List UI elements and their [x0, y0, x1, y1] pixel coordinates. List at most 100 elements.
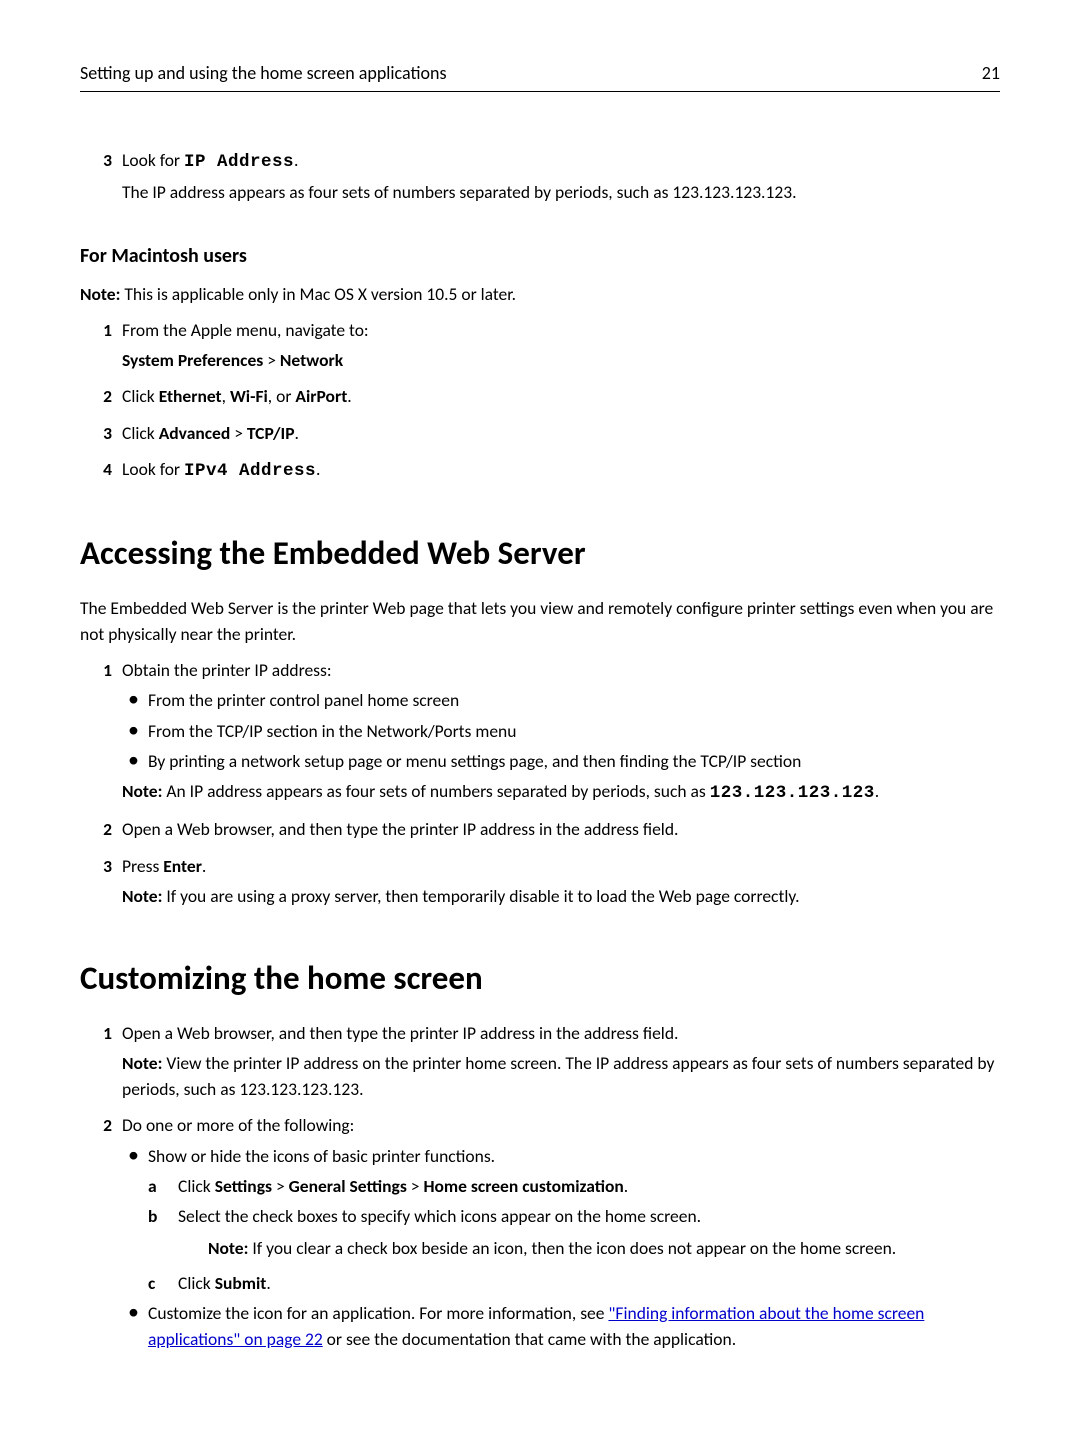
separator: > — [407, 1175, 424, 1197]
custom-step-1-note: Note: View the printer IP address on the… — [122, 1050, 1000, 1103]
step-body: Click Advanced > TCP/IP. — [122, 420, 1000, 446]
step-number: 3 — [88, 147, 122, 175]
note-label: Note: — [80, 283, 120, 305]
ews-step-1-note: Note: An IP address appears as four sets… — [122, 778, 1000, 806]
separator: > — [263, 349, 280, 371]
step-number: 1 — [88, 317, 122, 343]
list-item: From the printer control panel home scre… — [148, 687, 1000, 713]
path-segment: General Settings — [289, 1175, 407, 1197]
note-text: This is applicable only in Mac OS X vers… — [120, 283, 516, 305]
note-label: Note: — [122, 1052, 162, 1074]
separator: > — [272, 1175, 289, 1197]
step-number: 4 — [88, 456, 122, 484]
step-body: Look for IP Address. — [122, 147, 1000, 175]
text: , or — [268, 385, 296, 407]
path-segment: System Preferences — [122, 349, 263, 371]
step-body: Open a Web browser, and then type the pr… — [122, 1020, 1000, 1046]
custom-step-2: 2 Do one or more of the following: — [88, 1112, 1000, 1138]
ews-step-3: 3 Press Enter. — [88, 853, 1000, 879]
mac-step-4: 4 Look for IPv4 Address. — [88, 456, 1000, 484]
text: , — [222, 385, 230, 407]
code-ipv4-address: IPv4 Address — [184, 461, 316, 481]
text: Click — [178, 1175, 215, 1197]
bullet-text: Show or hide the icons of basic printer … — [148, 1145, 495, 1167]
path-segment: Settings — [215, 1175, 272, 1197]
header-title: Setting up and using the home screen app… — [80, 60, 446, 87]
path-segment: Home screen customization — [423, 1175, 623, 1197]
text: Select the check boxes to specify which … — [178, 1205, 701, 1227]
note-text: View the printer IP address on the print… — [122, 1052, 994, 1100]
heading-customizing-home: Customizing the home screen — [80, 954, 1000, 1004]
mac-step-1: 1 From the Apple menu, navigate to: — [88, 317, 1000, 343]
separator: > — [230, 422, 247, 444]
path-segment: Network — [280, 349, 343, 371]
step-body: Open a Web browser, and then type the pr… — [122, 816, 1000, 842]
step-number: 1 — [88, 1020, 122, 1046]
ews-intro: The Embedded Web Server is the printer W… — [80, 595, 1000, 648]
key-enter: Enter — [163, 855, 202, 877]
note-label: Note: — [122, 885, 162, 907]
text: . — [624, 1175, 628, 1197]
option-airport: AirPort — [295, 385, 347, 407]
step-number: 3 — [88, 853, 122, 879]
custom-step-1: 1 Open a Web browser, and then type the … — [88, 1020, 1000, 1046]
substep-body: Click Submit. — [178, 1270, 1000, 1296]
note-label: Note: — [122, 780, 162, 802]
note-text: An IP address appears as four sets of nu… — [162, 780, 709, 802]
text: Press — [122, 855, 163, 877]
list-item: From the TCP/IP section in the Network/P… — [148, 718, 1000, 744]
text: Look for — [122, 458, 184, 480]
text: Click — [122, 422, 159, 444]
page-header: Setting up and using the home screen app… — [80, 60, 1000, 92]
substep-b: b Select the check boxes to specify whic… — [148, 1203, 1000, 1266]
text: . — [294, 149, 298, 171]
note-label: Note: — [208, 1237, 248, 1259]
mac-step-1-path: System Preferences > Network — [122, 347, 1000, 373]
text: Click — [122, 385, 159, 407]
step-number: 1 — [88, 657, 122, 683]
substep-b-note: Note: If you clear a check box beside an… — [208, 1235, 1000, 1261]
step-body: From the Apple menu, navigate to: — [122, 317, 1000, 343]
note-text: If you clear a check box beside an icon,… — [248, 1237, 896, 1259]
substep-body: Select the check boxes to specify which … — [178, 1203, 1000, 1266]
text: . — [202, 855, 206, 877]
prev-step-3: 3 Look for IP Address. — [88, 147, 1000, 175]
step-number: 2 — [88, 1112, 122, 1138]
text: Click — [178, 1272, 215, 1294]
mac-step-2: 2 Click Ethernet, Wi-Fi, or AirPort. — [88, 383, 1000, 409]
heading-accessing-ews: Accessing the Embedded Web Server — [80, 529, 1000, 579]
letter: b — [148, 1203, 178, 1266]
subheading-macintosh: For Macintosh users — [80, 241, 1000, 271]
step-body: Do one or more of the following: — [122, 1112, 1000, 1138]
button-submit-label: Submit — [215, 1272, 267, 1294]
text: . — [295, 422, 299, 444]
ews-step-1: 1 Obtain the printer IP address: — [88, 657, 1000, 683]
ews-step-3-note: Note: If you are using a proxy server, t… — [122, 883, 1000, 909]
list-item: Customize the icon for an application. F… — [148, 1300, 1000, 1353]
mac-note: Note: This is applicable only in Mac OS … — [80, 281, 1000, 307]
text: . — [347, 385, 351, 407]
text: . — [316, 458, 320, 480]
custom-step-2-bullets: Show or hide the icons of basic printer … — [122, 1143, 1000, 1353]
text: Look for — [122, 149, 184, 171]
text: . — [266, 1272, 270, 1294]
text: . — [875, 780, 879, 802]
step-number: 2 — [88, 383, 122, 409]
step-body: Click Ethernet, Wi-Fi, or AirPort. — [122, 383, 1000, 409]
substep-a: a Click Settings > General Settings > Ho… — [148, 1173, 1000, 1199]
prev-step-desc: The IP address appears as four sets of n… — [122, 179, 1000, 205]
code-ip-address: IP Address — [184, 152, 294, 172]
header-page-number: 21 — [982, 60, 1000, 87]
list-item: By printing a network setup page or menu… — [148, 748, 1000, 774]
letter: a — [148, 1173, 178, 1199]
substep-c: c Click Submit. — [148, 1270, 1000, 1296]
text: or see the documentation that came with … — [323, 1328, 736, 1350]
letter: c — [148, 1270, 178, 1296]
ews-step-1-bullets: From the printer control panel home scre… — [122, 687, 1000, 774]
step-number: 2 — [88, 816, 122, 842]
option-ethernet: Ethernet — [159, 385, 222, 407]
step-body: Look for IPv4 Address. — [122, 456, 1000, 484]
step-body: Obtain the printer IP address: — [122, 657, 1000, 683]
mac-step-3: 3 Click Advanced > TCP/IP. — [88, 420, 1000, 446]
option-wifi: Wi-Fi — [230, 385, 268, 407]
